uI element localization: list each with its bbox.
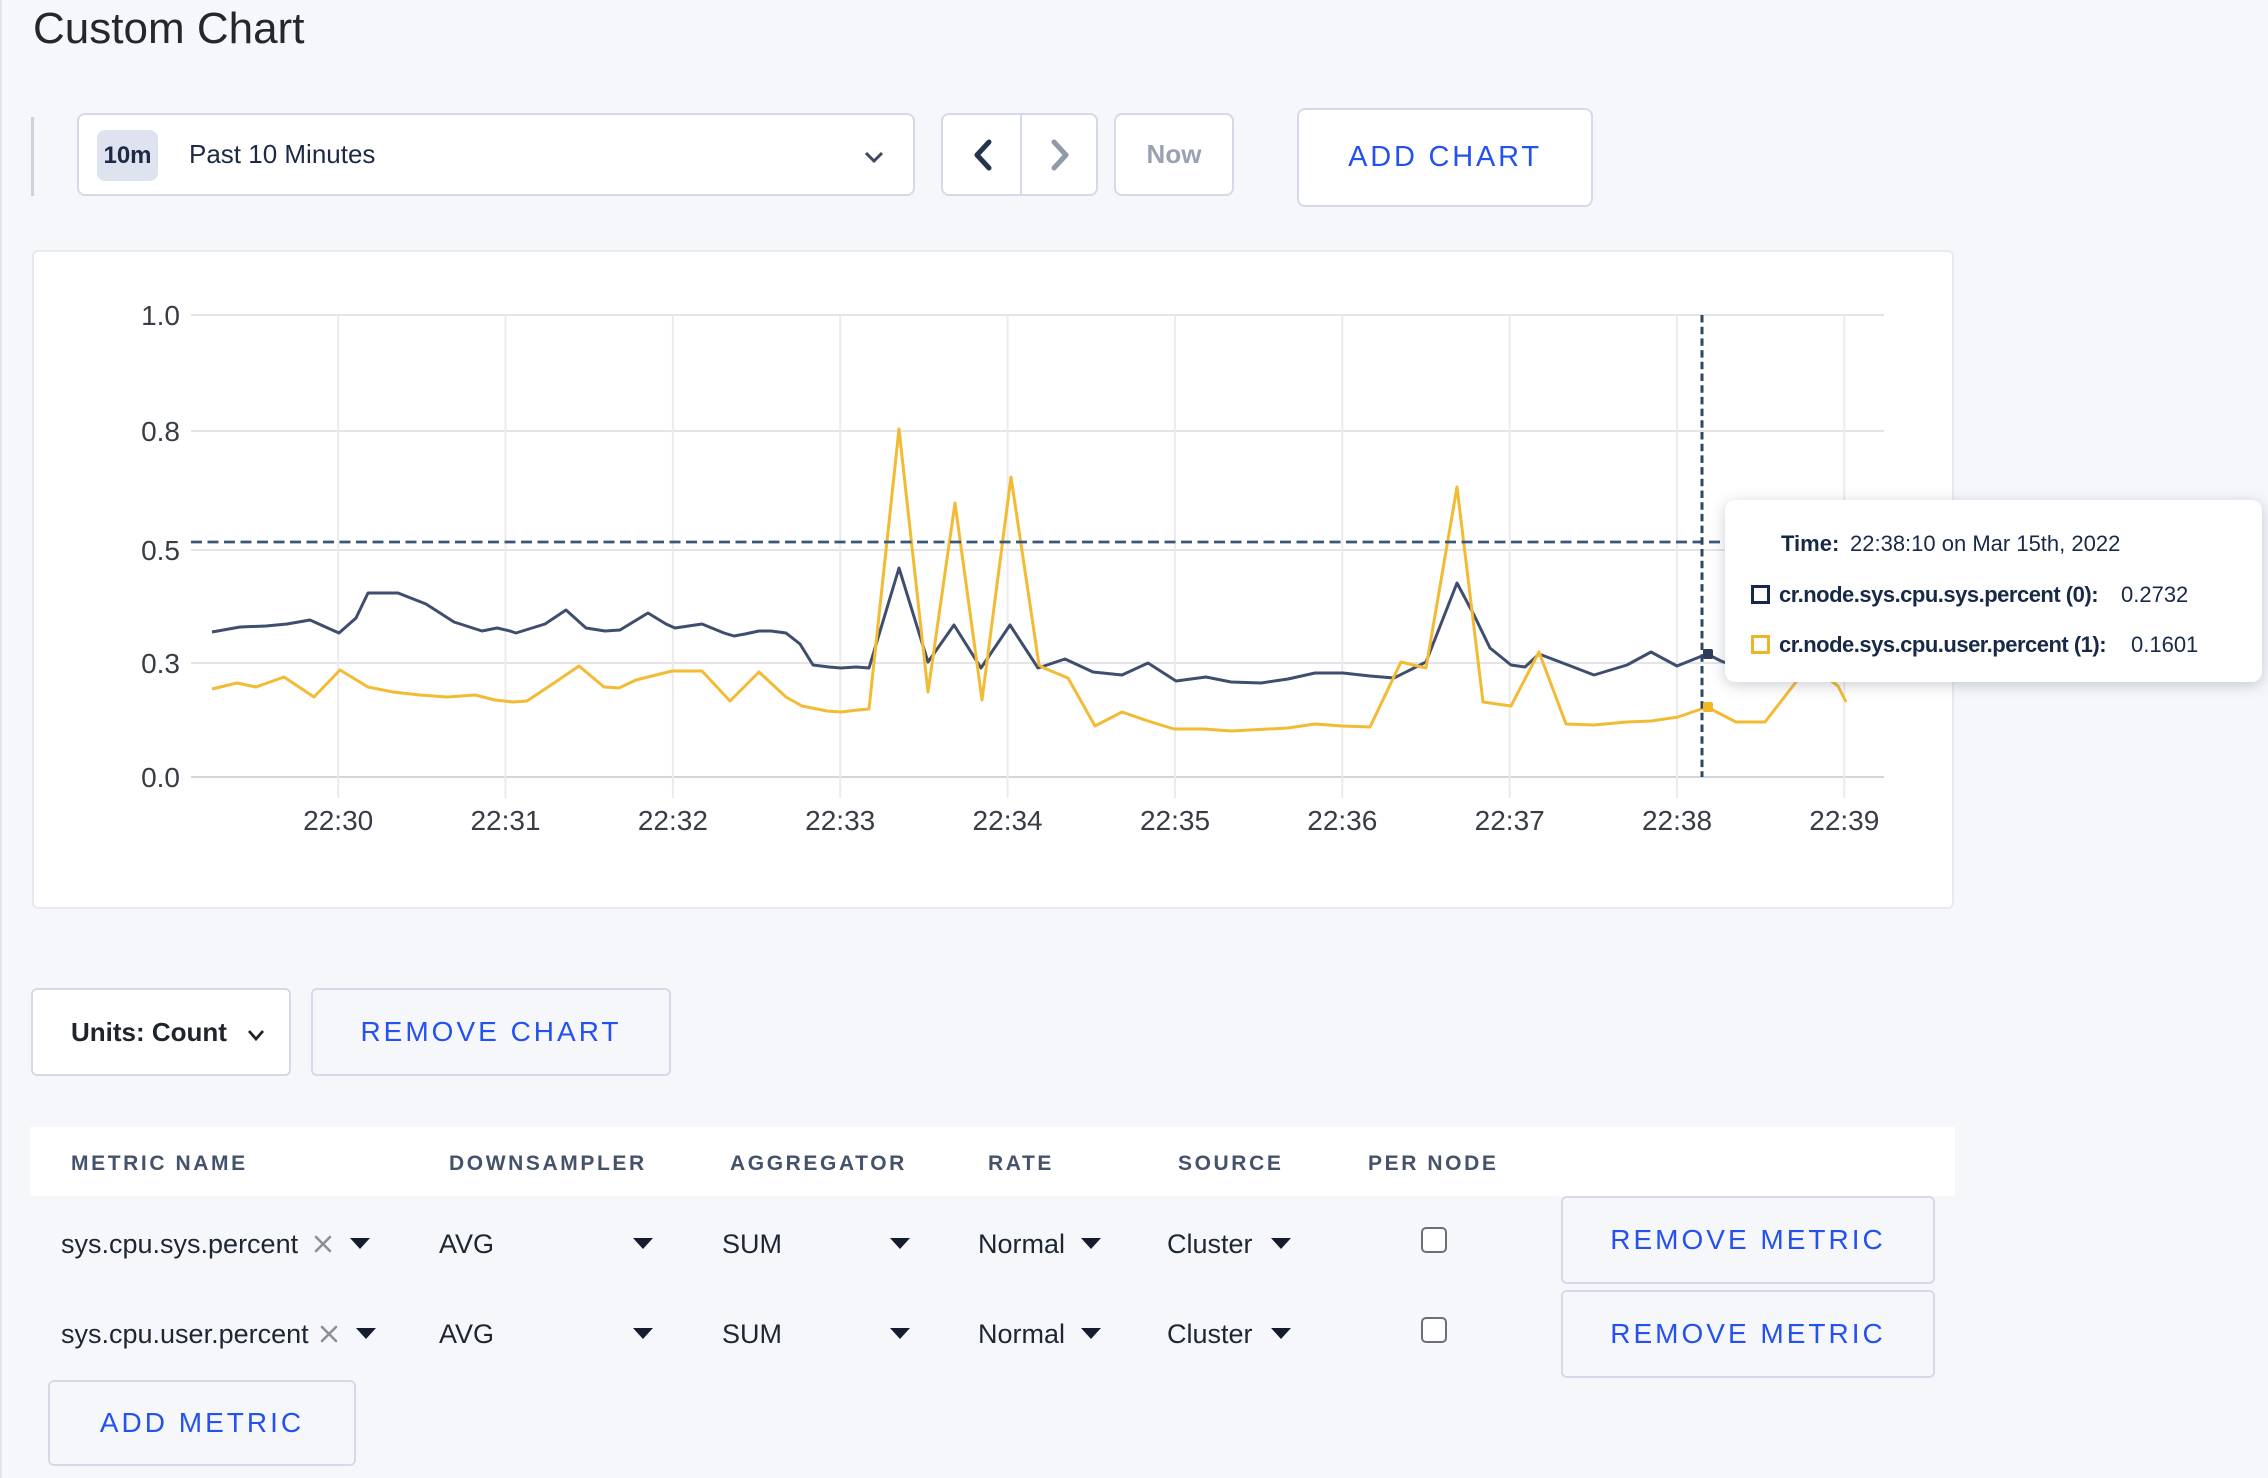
svg-text:22:37: 22:37	[1475, 805, 1545, 836]
svg-text:22:38: 22:38	[1642, 805, 1712, 836]
svg-text:22:32: 22:32	[638, 805, 708, 836]
svg-text:0.8: 0.8	[141, 416, 180, 447]
svg-text:22:39: 22:39	[1809, 805, 1879, 836]
svg-text:22:34: 22:34	[973, 805, 1043, 836]
svg-text:22:35: 22:35	[1140, 805, 1210, 836]
svg-text:22:30: 22:30	[303, 805, 373, 836]
svg-text:1.0: 1.0	[141, 300, 180, 331]
svg-text:22:33: 22:33	[805, 805, 875, 836]
svg-text:22:36: 22:36	[1307, 805, 1377, 836]
svg-text:0.0: 0.0	[141, 762, 180, 793]
svg-text:0.3: 0.3	[141, 648, 180, 679]
svg-text:0.5: 0.5	[141, 535, 180, 566]
svg-text:22:31: 22:31	[470, 805, 540, 836]
